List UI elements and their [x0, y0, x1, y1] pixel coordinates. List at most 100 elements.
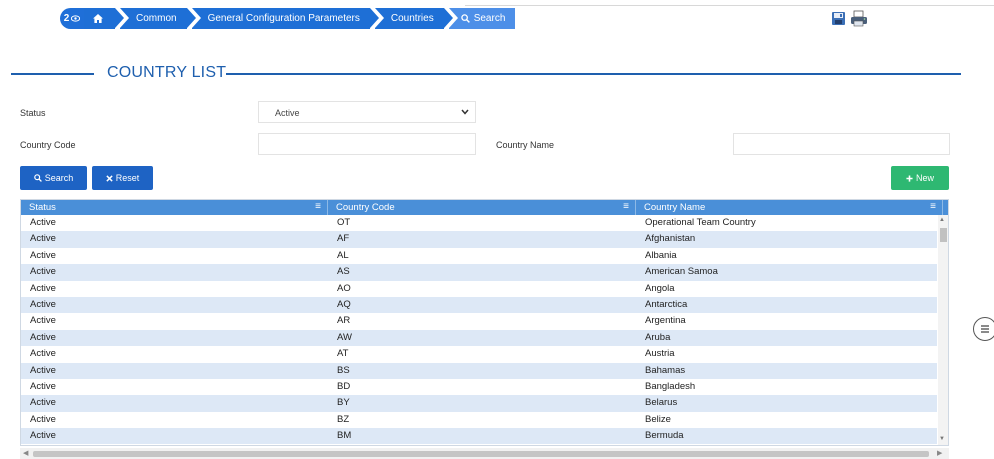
status-cell: Active — [30, 380, 56, 392]
column-menu-icon[interactable]: ≡ — [623, 201, 629, 212]
column-header-status[interactable]: Status ≡ — [21, 200, 328, 215]
table-row[interactable]: Active AR Argentina — [21, 313, 937, 329]
breadcrumb-general-configuration[interactable]: General Configuration Parameters — [191, 8, 385, 29]
status-cell: Active — [30, 430, 56, 442]
country-name-cell: American Samoa — [645, 266, 718, 278]
table-row[interactable]: Active OT Operational Team Country — [21, 215, 937, 231]
country-name-input[interactable] — [733, 133, 950, 155]
home-icon — [93, 14, 103, 23]
history-count: 2 — [63, 13, 70, 24]
country-code-cell: AL — [337, 249, 349, 261]
status-cell: Active — [30, 233, 56, 245]
breadcrumb-general-configuration-label: General Configuration Parameters — [207, 13, 360, 24]
vertical-scrollbar[interactable]: ▲ ▼ — [938, 215, 948, 445]
breadcrumb-search-label: Search — [473, 13, 506, 24]
table-row[interactable]: Active AF Afghanistan — [21, 231, 937, 248]
column-header-country-code-label: Country Code — [336, 202, 395, 213]
status-cell: Active — [30, 331, 56, 343]
status-select[interactable]: Active — [258, 101, 476, 123]
new-button[interactable]: New — [891, 166, 949, 190]
status-cell: Active — [30, 266, 56, 278]
status-cell: Active — [30, 249, 56, 261]
breadcrumb-common[interactable]: Common — [120, 8, 201, 29]
table-row[interactable]: Active AO Angola — [21, 281, 937, 297]
title-divider-left — [11, 73, 94, 75]
country-code-cell: OT — [337, 217, 351, 228]
top-bar-edge — [465, 0, 994, 6]
scroll-down-icon[interactable]: ▼ — [939, 436, 945, 442]
vertical-scroll-thumb[interactable] — [940, 228, 947, 242]
eye-icon — [71, 15, 81, 22]
country-name-cell: Aruba — [645, 331, 671, 343]
table-row[interactable]: Active BY Belarus — [21, 395, 937, 412]
table-row[interactable]: Active AT Austria — [21, 346, 937, 362]
breadcrumb-countries[interactable]: Countries — [374, 8, 458, 29]
country-code-cell: BM — [337, 430, 352, 442]
breadcrumb-search[interactable]: Search — [448, 8, 516, 29]
list-icon — [981, 325, 989, 333]
new-button-label: New — [915, 173, 934, 183]
column-header-status-label: Status — [29, 202, 56, 213]
country-name-cell: Belarus — [645, 397, 678, 409]
table-row[interactable]: Active BS Bahamas — [21, 362, 937, 379]
status-label: Status — [20, 108, 46, 118]
column-menu-icon[interactable]: ≡ — [930, 201, 936, 212]
country-name-cell: Bermuda — [645, 430, 684, 442]
country-code-cell: AF — [337, 233, 350, 245]
column-header-country-name[interactable]: Country Name ≡ — [636, 200, 943, 215]
table-row[interactable]: Active BD Bangladesh — [21, 379, 937, 395]
table-row[interactable]: Active BM Bermuda — [21, 428, 937, 445]
status-select-value: Active — [275, 108, 300, 118]
status-cell: Active — [30, 315, 56, 327]
save-icon[interactable] — [831, 10, 847, 27]
scroll-left-icon[interactable]: ◀ — [23, 449, 28, 457]
plus-icon — [906, 174, 913, 182]
country-code-cell: BS — [337, 364, 350, 376]
horizontal-scroll-thumb[interactable] — [33, 451, 929, 457]
scroll-right-icon[interactable]: ▶ — [937, 449, 942, 457]
country-name-cell: Argentina — [645, 315, 686, 327]
status-cell: Active — [30, 282, 56, 294]
status-cell: Active — [30, 413, 56, 425]
breadcrumb-countries-label: Countries — [390, 13, 434, 24]
country-code-cell: AQ — [337, 298, 351, 310]
horizontal-scrollbar[interactable]: ◀ ▶ — [20, 448, 949, 459]
status-cell: Active — [30, 364, 56, 376]
country-code-label: Country Code — [20, 140, 76, 150]
side-menu-button[interactable] — [973, 317, 994, 341]
chevron-down-icon — [461, 109, 469, 115]
country-code-input[interactable] — [258, 133, 476, 155]
country-code-cell: AT — [337, 348, 349, 360]
table-row[interactable]: Active BZ Belize — [21, 412, 937, 428]
column-header-country-code[interactable]: Country Code ≡ — [328, 200, 636, 215]
breadcrumb: 2 Common General Configuration Parameter… — [60, 8, 516, 29]
status-cell: Active — [30, 348, 56, 360]
search-icon — [460, 14, 470, 23]
table-row[interactable]: Active AQ Antarctica — [21, 296, 937, 314]
country-name-cell: Austria — [645, 348, 675, 360]
country-name-cell: Antarctica — [645, 298, 688, 310]
country-name-cell: Albania — [645, 249, 677, 261]
column-menu-icon[interactable]: ≡ — [315, 201, 321, 212]
close-icon — [106, 174, 113, 182]
search-button-label: Search — [44, 173, 74, 183]
country-name-label: Country Name — [496, 140, 555, 150]
print-icon[interactable] — [850, 10, 867, 27]
country-code-cell: AR — [337, 315, 351, 327]
country-name-cell: Bangladesh — [645, 380, 696, 392]
table-row[interactable]: Active AW Aruba — [21, 329, 937, 347]
reset-button-label: Reset — [115, 173, 140, 183]
search-button[interactable]: Search — [20, 166, 87, 190]
country-name-cell: Angola — [645, 282, 675, 294]
breadcrumb-home[interactable] — [84, 8, 129, 29]
country-code-cell: AW — [337, 331, 352, 343]
country-name-cell: Afghanistan — [645, 233, 696, 245]
grid-body: Active OT Operational Team Country Active A… — [21, 215, 937, 445]
reset-button[interactable]: Reset — [92, 166, 153, 190]
scroll-up-icon[interactable]: ▲ — [939, 217, 945, 223]
country-name-cell: Operational Team Country — [645, 217, 756, 228]
table-row[interactable]: Active AL Albania — [21, 248, 937, 264]
country-grid: Status ≡ Country Code ≡ Country Name ≡ A… — [20, 199, 949, 446]
table-row[interactable]: Active AS American Samoa — [21, 264, 937, 281]
history-badge[interactable]: 2 — [60, 8, 84, 29]
